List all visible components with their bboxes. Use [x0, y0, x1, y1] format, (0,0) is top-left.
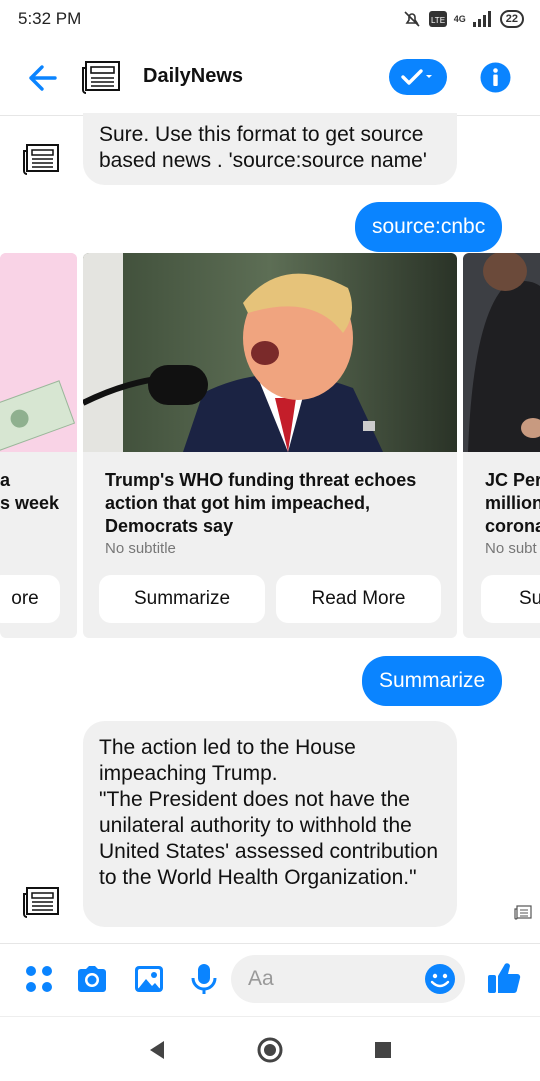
status-icons: LTE 4G 22 [402, 8, 524, 30]
svg-text:LTE: LTE [431, 16, 445, 25]
nav-home-icon[interactable] [255, 1035, 285, 1065]
system-nav-bar [0, 1016, 540, 1081]
chat-header: DailyNews [0, 40, 540, 116]
mute-icon [404, 11, 420, 27]
microphone-icon[interactable] [187, 962, 221, 996]
apps-icon[interactable] [22, 962, 56, 996]
person-photo [463, 253, 540, 452]
trump-photo [83, 253, 457, 452]
network-type: 4G [453, 14, 466, 24]
card-subtitle: No subtitle [105, 540, 176, 557]
message-composer: Aa [0, 943, 540, 1016]
card-title: a s week [0, 470, 60, 513]
image-icon[interactable] [132, 962, 166, 996]
status-time: 5:32 PM [18, 9, 82, 28]
info-icon[interactable] [480, 62, 511, 93]
emoji-icon[interactable] [423, 961, 457, 997]
check-dropdown-button[interactable] [389, 59, 447, 95]
read-receipt-icon [514, 905, 532, 920]
back-arrow-icon[interactable] [20, 59, 58, 97]
thumbs-up-icon[interactable] [486, 960, 522, 996]
card-subtitle: No subt [485, 540, 537, 557]
page-title: DailyNews [143, 65, 244, 87]
bot-intro-bubble: Sure. Use this format to get source base… [83, 113, 457, 185]
signal-icon [472, 11, 491, 27]
news-card-main[interactable]: Trump's WHO funding threat echoes action… [83, 253, 457, 638]
read-more-button[interactable]: Read More [276, 575, 441, 623]
newspaper-icon [82, 61, 120, 94]
money-image [0, 253, 77, 452]
user-message-summarize: Summarize [362, 656, 503, 706]
card-title: Trump's WHO funding threat echoes action… [105, 470, 417, 536]
check-dropdown-icon [401, 69, 432, 85]
card-image [0, 253, 77, 452]
news-card-left[interactable]: a s week ore [0, 253, 77, 638]
status-bar: 5:32 PM LTE 4G 22 [0, 0, 540, 38]
summarize-button[interactable]: Sur [481, 575, 540, 623]
volte-icon: LTE [428, 11, 447, 27]
summarize-button[interactable]: Summarize [99, 575, 265, 623]
news-card-right[interactable]: JC Per million corona No subt Sur [463, 253, 540, 638]
card-title: JC Per million corona [485, 470, 540, 536]
bot-avatar-icon [23, 887, 59, 918]
bot-avatar-icon [23, 144, 59, 175]
camera-icon[interactable] [75, 962, 109, 996]
user-message-query: source:cnbc [355, 202, 503, 252]
nav-back-icon[interactable] [142, 1035, 172, 1065]
card-image [83, 253, 457, 452]
nav-recent-icon[interactable] [368, 1035, 398, 1065]
card-image [463, 253, 540, 452]
read-more-button[interactable]: ore [0, 575, 60, 623]
bot-summary-bubble: The action led to the House impeaching T… [83, 721, 457, 927]
battery-indicator: 22 [499, 10, 524, 28]
